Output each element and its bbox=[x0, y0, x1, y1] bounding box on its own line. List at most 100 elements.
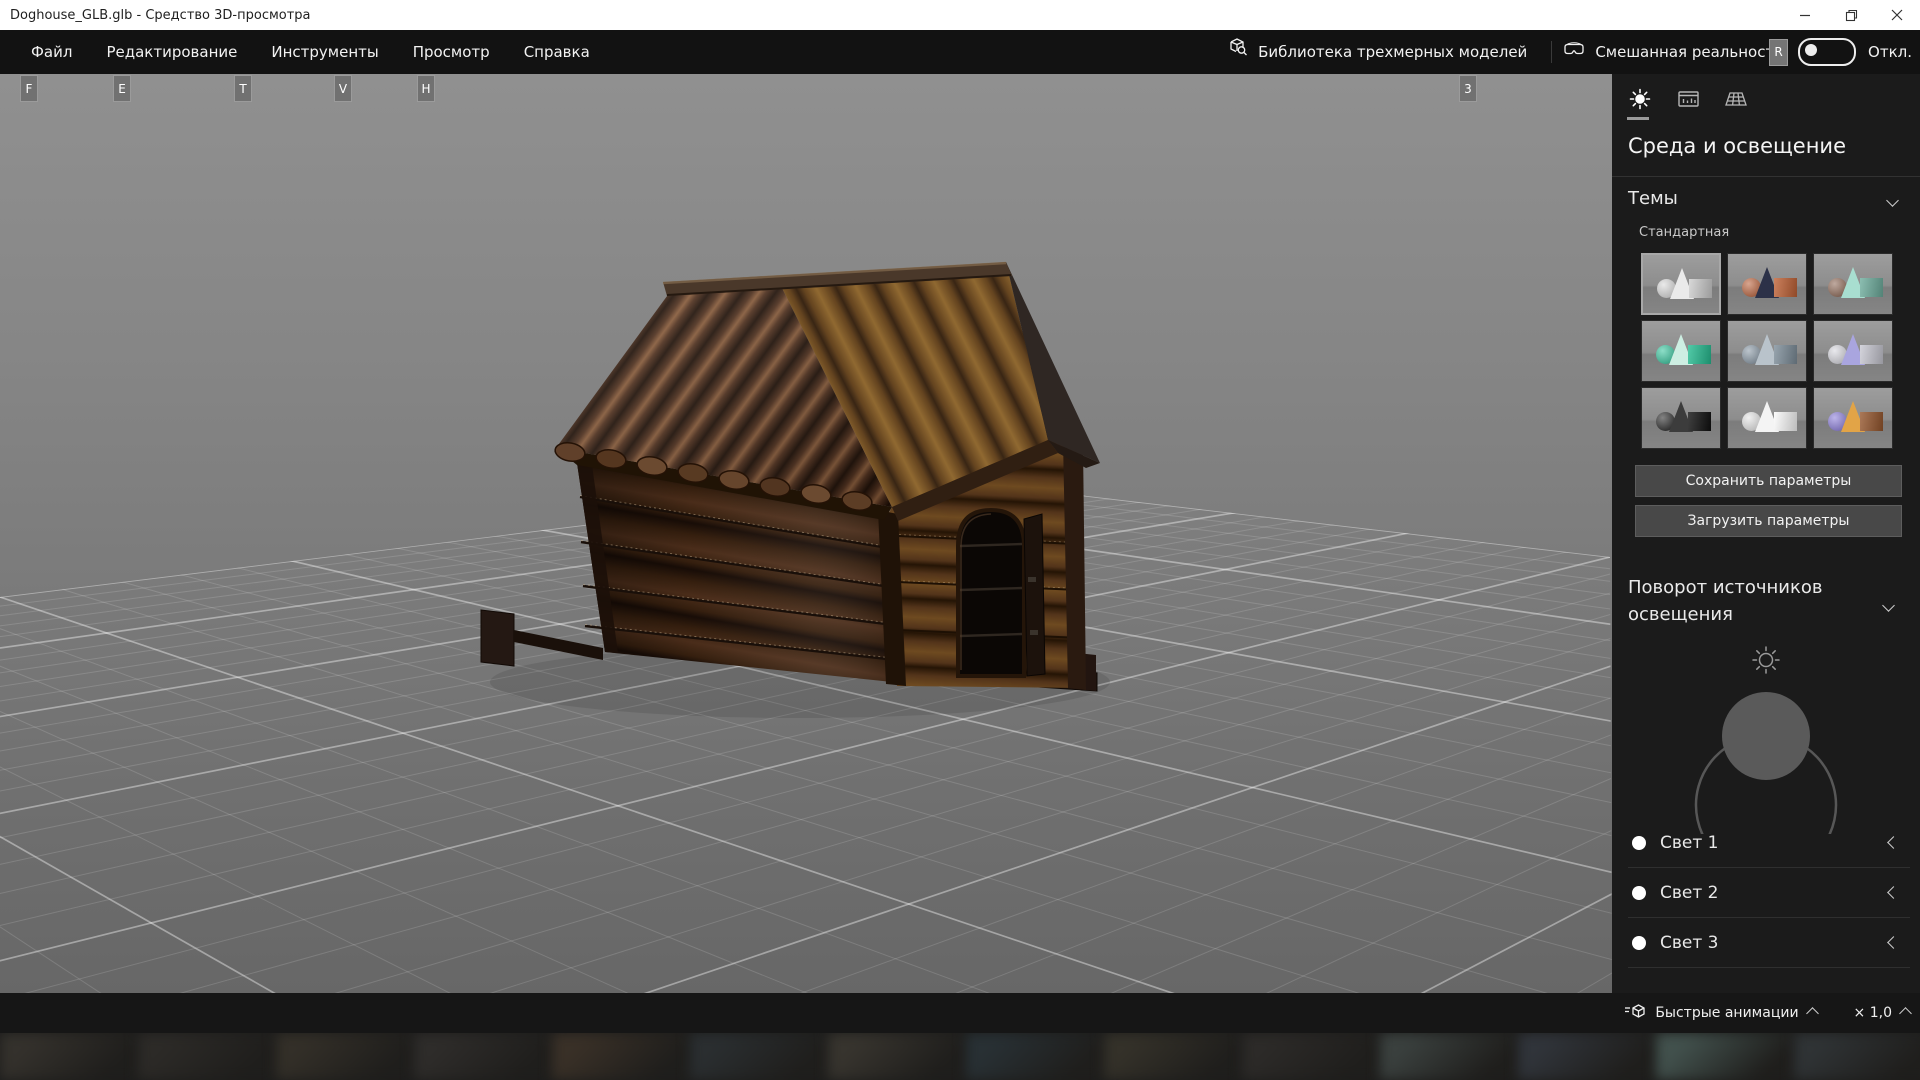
theme-tile-9[interactable] bbox=[1813, 387, 1893, 449]
animation-thumbnail[interactable] bbox=[1794, 1033, 1920, 1080]
chevron-left-icon[interactable] bbox=[1887, 936, 1900, 949]
doghouse-model[interactable] bbox=[480, 261, 1110, 718]
chevron-up-icon[interactable] bbox=[1805, 1006, 1819, 1020]
chevron-down-icon[interactable] bbox=[1882, 599, 1895, 612]
chevron-down-icon[interactable] bbox=[1886, 194, 1899, 207]
menu-view[interactable]: Просмотр bbox=[396, 30, 507, 74]
light-label: Свет 1 bbox=[1660, 832, 1719, 853]
menu-file[interactable]: Файл bbox=[14, 30, 89, 74]
animation-thumbnail[interactable] bbox=[552, 1033, 690, 1080]
light-color-swatch[interactable] bbox=[1632, 935, 1646, 950]
speed-control[interactable]: × 1,0 bbox=[1853, 1005, 1912, 1021]
light-rotation-header-line2: освещения bbox=[1628, 604, 1733, 625]
light-color-swatch[interactable] bbox=[1632, 835, 1646, 850]
menu-items: Файл Редактирование Инструменты Просмотр… bbox=[0, 30, 607, 74]
animation-thumbnail[interactable] bbox=[276, 1033, 414, 1080]
animated-cube-icon bbox=[1624, 1001, 1646, 1025]
load-settings-button[interactable]: Загрузить параметры bbox=[1635, 505, 1902, 537]
mixed-reality-label: Смешанная реальность bbox=[1595, 43, 1784, 61]
theme-shape bbox=[1689, 279, 1712, 298]
chevron-up-icon[interactable] bbox=[1899, 1006, 1912, 1020]
window-title: Doghouse_GLB.glb - Средство 3D-просмотра bbox=[10, 7, 311, 23]
restore-icon[interactable] bbox=[1828, 0, 1874, 30]
animation-thumbnail[interactable] bbox=[138, 1033, 276, 1080]
sun-handle-icon[interactable] bbox=[1752, 646, 1780, 674]
panel-divider bbox=[1612, 176, 1920, 177]
mixed-reality-state: Откл. bbox=[1868, 43, 1912, 61]
light-label: Свет 2 bbox=[1660, 882, 1719, 903]
sun-icon[interactable] bbox=[1628, 86, 1652, 112]
animation-thumbnail[interactable] bbox=[828, 1033, 966, 1080]
light-label: Свет 3 bbox=[1660, 932, 1719, 953]
themes-header[interactable]: Темы bbox=[1628, 188, 1678, 209]
theme-shape bbox=[1860, 345, 1883, 364]
animation-thumbnail[interactable] bbox=[1104, 1033, 1242, 1080]
animations-label: Быстрые анимации bbox=[1655, 1005, 1799, 1021]
3d-viewer-window: Doghouse_GLB.glb - Средство 3D-просмотра… bbox=[0, 0, 1920, 1080]
theme-shape bbox=[1774, 278, 1797, 297]
light-row-2[interactable]: Свет 2 bbox=[1612, 868, 1920, 917]
light-row-3[interactable]: Свет 3 bbox=[1612, 918, 1920, 967]
theme-shape bbox=[1860, 278, 1883, 297]
theme-shape bbox=[1774, 345, 1797, 364]
theme-tile-4[interactable] bbox=[1641, 320, 1721, 382]
wireframe-grid-icon[interactable] bbox=[1724, 86, 1748, 112]
menu-tools[interactable]: Инструменты bbox=[254, 30, 395, 74]
menubar: Файл Редактирование Инструменты Просмотр… bbox=[0, 30, 1920, 74]
theme-tile-3[interactable] bbox=[1813, 253, 1893, 315]
theme-tile-2[interactable] bbox=[1727, 253, 1807, 315]
3d-viewport[interactable]: F E T V H 3 bbox=[0, 74, 1612, 993]
door-panel bbox=[1023, 513, 1046, 677]
animation-thumbnail[interactable] bbox=[690, 1033, 828, 1080]
light-row-1[interactable]: Свет 1 bbox=[1612, 818, 1920, 867]
hololens-icon bbox=[1562, 39, 1586, 65]
panel-tabs bbox=[1628, 86, 1748, 112]
cube-search-icon bbox=[1227, 30, 1249, 74]
animation-thumbnail[interactable] bbox=[1242, 1033, 1380, 1080]
light-color-swatch[interactable] bbox=[1632, 885, 1646, 900]
animation-thumbnail[interactable] bbox=[0, 1033, 138, 1080]
key-hint-edit: E bbox=[113, 75, 131, 102]
key-hint-tools: T bbox=[234, 75, 252, 102]
animation-filmstrip[interactable] bbox=[0, 1033, 1920, 1080]
key-hint-library: 3 bbox=[1459, 75, 1477, 102]
chevron-left-icon[interactable] bbox=[1887, 836, 1900, 849]
key-hint-r: R bbox=[1769, 38, 1789, 66]
menubar-right: Библиотека трехмерных моделей Смешанная … bbox=[1213, 30, 1920, 74]
menu-help[interactable]: Справка bbox=[507, 30, 607, 74]
speed-label: × 1,0 bbox=[1853, 1005, 1892, 1021]
minimize-icon[interactable] bbox=[1782, 0, 1828, 30]
save-settings-button[interactable]: Сохранить параметры bbox=[1635, 465, 1902, 497]
content-row: F E T V H 3 Среда и освещение Темы Станд… bbox=[0, 74, 1920, 993]
animation-thumbnail[interactable] bbox=[414, 1033, 552, 1080]
bottom-bar: Быстрые анимации × 1,0 bbox=[0, 993, 1920, 1033]
theme-shape bbox=[1774, 412, 1797, 431]
light-rotation-header-line1[interactable]: Поворот источников bbox=[1628, 577, 1823, 598]
key-hint-view: V bbox=[334, 75, 352, 102]
theme-tile-1[interactable] bbox=[1641, 253, 1721, 315]
light-rotation-dial[interactable] bbox=[1612, 644, 1920, 834]
animations-control[interactable]: Быстрые анимации bbox=[1624, 1001, 1819, 1025]
theme-tile-6[interactable] bbox=[1813, 320, 1893, 382]
menu-edit[interactable]: Редактирование bbox=[89, 30, 254, 74]
toggle-knob bbox=[1805, 44, 1818, 56]
library-button[interactable]: Библиотека трехмерных моделей bbox=[1213, 30, 1541, 74]
window-controls bbox=[1782, 0, 1920, 30]
theme-tile-5[interactable] bbox=[1727, 320, 1807, 382]
animation-thumbnail[interactable] bbox=[1380, 1033, 1518, 1080]
close-icon[interactable] bbox=[1874, 0, 1920, 30]
mixed-reality-toggle[interactable] bbox=[1798, 38, 1857, 66]
animation-thumbnail[interactable] bbox=[1518, 1033, 1656, 1080]
dial-knob[interactable] bbox=[1722, 692, 1810, 780]
door-opening bbox=[956, 507, 1026, 678]
theme-shape bbox=[1860, 412, 1883, 431]
active-tab-indicator bbox=[1627, 117, 1649, 120]
chevron-left-icon[interactable] bbox=[1887, 886, 1900, 899]
theme-tile-7[interactable] bbox=[1641, 387, 1721, 449]
animation-thumbnail[interactable] bbox=[1656, 1033, 1794, 1080]
menubar-separator bbox=[1551, 41, 1553, 63]
stats-window-icon[interactable] bbox=[1676, 86, 1700, 112]
key-hint-file: F bbox=[20, 75, 38, 102]
theme-tile-8[interactable] bbox=[1727, 387, 1807, 449]
animation-thumbnail[interactable] bbox=[966, 1033, 1104, 1080]
